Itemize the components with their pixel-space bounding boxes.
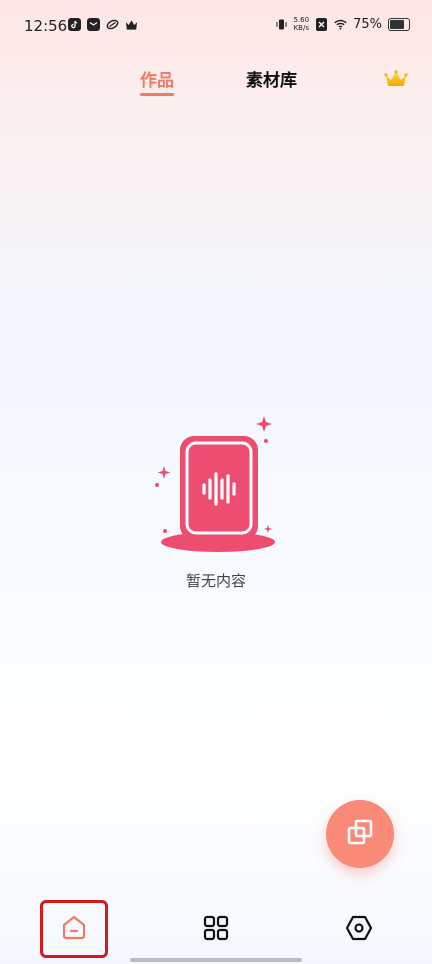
vibrate-icon [275, 18, 288, 31]
wifi-icon [334, 18, 347, 31]
empty-state: 暂无内容 [150, 410, 282, 590]
crown-small-icon [125, 18, 138, 31]
hexagon-settings-icon [345, 914, 373, 946]
tab-material-library-label: 素材库 [246, 71, 297, 91]
tiktok-icon [68, 18, 81, 31]
battery-percent: 75% [353, 16, 382, 32]
network-speed: 5.60 KB/s [294, 16, 310, 32]
nav-home-button[interactable] [40, 900, 108, 958]
voice-device-icon [150, 410, 282, 560]
mail-icon [87, 18, 100, 31]
status-system-icons: 5.60 KB/s 75% [275, 16, 410, 32]
empty-state-text: 暂无内容 [185, 572, 246, 590]
battery-icon [388, 17, 410, 31]
copy-icon [345, 817, 375, 851]
create-fab-button[interactable] [326, 800, 394, 868]
top-tabs: 作品 素材库 [0, 66, 432, 100]
nav-grid-button[interactable] [196, 910, 236, 950]
crown-icon[interactable] [384, 70, 408, 88]
nav-settings-button[interactable] [339, 910, 379, 950]
network-speed-unit: KB/s [293, 24, 309, 32]
grid-icon [203, 915, 229, 945]
link-icon [106, 18, 119, 31]
status-bar: 12:56 5.60 KB/s 75% [0, 0, 432, 52]
home-indicator[interactable] [130, 958, 302, 962]
sim-x-icon [315, 17, 328, 31]
tab-works-label: 作品 [140, 71, 174, 91]
tab-works[interactable]: 作品 [140, 66, 174, 96]
status-notification-icons [68, 18, 138, 31]
status-time: 12:56 [24, 17, 68, 35]
tab-material-library[interactable]: 素材库 [246, 66, 297, 91]
network-speed-value: 5.60 [293, 16, 310, 24]
tab-active-indicator [140, 93, 174, 96]
home-icon [61, 914, 87, 944]
